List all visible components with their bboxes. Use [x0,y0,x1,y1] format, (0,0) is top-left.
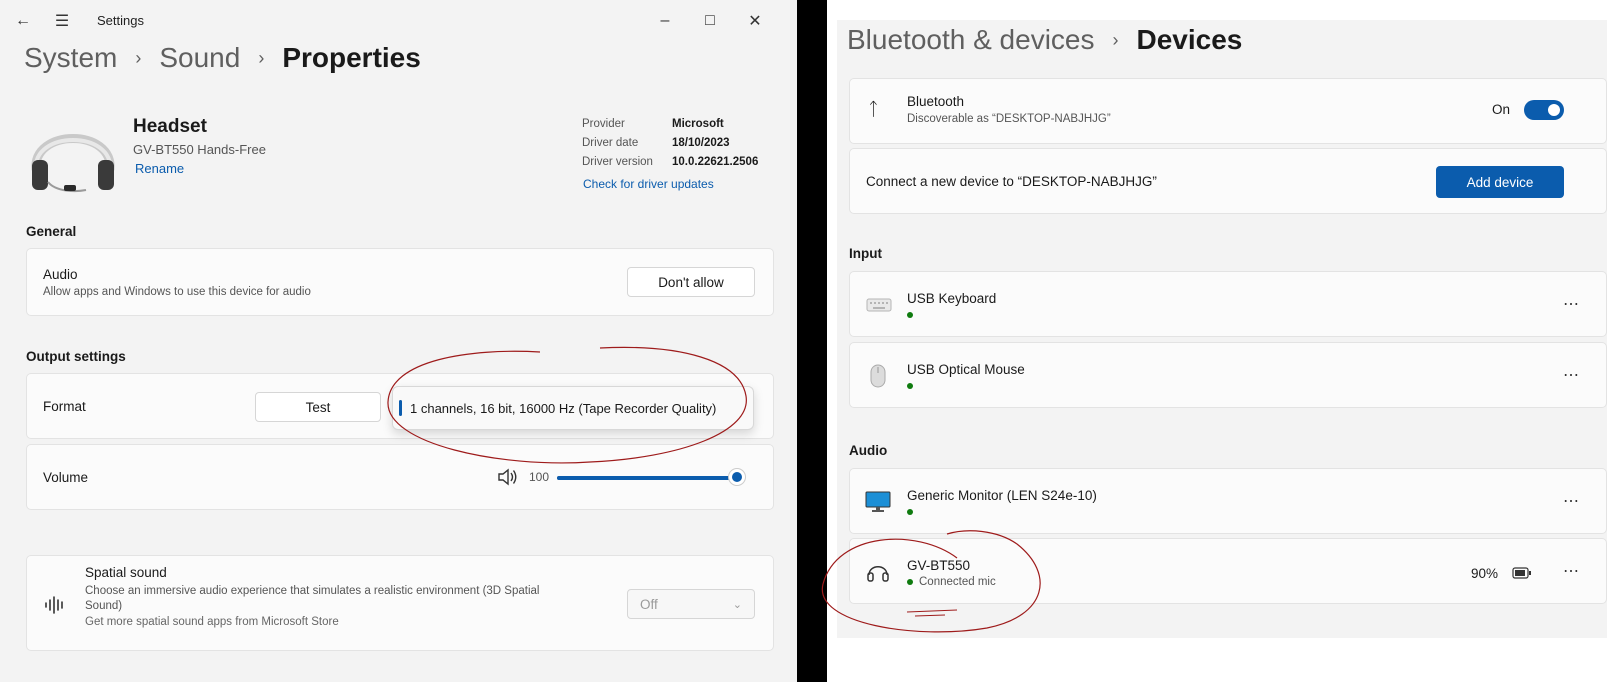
output-settings-label: Output settings [26,349,126,364]
breadcrumb-separator-icon: › [135,47,142,68]
back-arrow-icon[interactable]: ← [12,10,34,32]
breadcrumb-separator-icon: › [258,47,265,68]
device-row[interactable]: USB Optical Mouse ⋯ [849,342,1607,408]
status-dot [907,506,919,518]
audio-description: Allow apps and Windows to use this devic… [43,286,311,298]
sound-properties-window: ← ☰ Settings – □ ✕ System › Sound › Prop… [0,0,797,682]
format-option[interactable]: 1 channels, 16 bit, 16000 Hz (Tape Recor… [410,401,716,416]
volume-slider-fill [557,476,737,480]
driver-key: Driver version [582,156,653,168]
device-name: USB Keyboard [907,291,997,306]
breadcrumb-system[interactable]: System [24,42,117,74]
sound-wave-icon [45,596,63,614]
driver-value: Microsoft [672,118,724,130]
add-device-button[interactable]: Add device [1436,166,1564,198]
breadcrumb: Bluetooth & devices › Devices [847,24,1242,56]
spatial-sound-value: Off [640,596,658,612]
format-dropdown[interactable]: 1 channels, 16 bit, 16000 Hz (Tape Recor… [392,386,754,430]
spatial-sound-select[interactable]: Off ⌄ [627,589,755,619]
driver-row: Provider Microsoft [582,118,758,137]
device-status-text: Connected mic [919,576,996,588]
volume-slider-thumb[interactable] [728,468,746,486]
selected-indicator [399,400,402,416]
driver-info: Provider Microsoft Driver date 18/10/202… [582,118,758,175]
close-icon[interactable]: ✕ [744,10,766,32]
volume-card: Volume 100 [26,444,774,510]
device-status: Connected mic [907,576,996,588]
audio-card: Audio Allow apps and Windows to use this… [26,248,774,316]
audio-title: Audio [43,267,78,282]
more-options-icon[interactable]: ⋯ [1563,491,1580,511]
driver-value: 10.0.22621.2506 [672,156,759,168]
connect-text: Connect a new device to “DESKTOP-NABJHJG… [866,174,1157,189]
audio-section-label: Audio [849,443,888,458]
bluetooth-icon: ᛏ [868,99,879,119]
rename-link[interactable]: Rename [135,161,184,176]
minimize-icon[interactable]: – [654,10,676,32]
window-title: Settings [97,13,144,28]
input-section-label: Input [849,246,882,261]
bluetooth-state: On [1492,102,1511,117]
battery-level: 90% [1471,566,1499,581]
volume-slider[interactable] [557,476,737,480]
bluetooth-card: ᛏ Bluetooth Discoverable as “DESKTOP-NAB… [849,78,1607,144]
store-link[interactable]: Get more spatial sound apps from Microso… [85,616,339,628]
battery-icon [1512,567,1531,579]
status-dot [907,309,919,321]
test-button[interactable]: Test [255,392,381,422]
spatial-sound-card: Spatial sound Choose an immersive audio … [26,555,774,651]
driver-row: Driver version 10.0.22621.2506 [582,156,758,175]
more-options-icon[interactable]: ⋯ [1563,365,1580,385]
breadcrumb-separator-icon: › [1112,29,1119,50]
device-row[interactable]: USB Keyboard ⋯ [849,271,1607,337]
bluetooth-title: Bluetooth [907,94,965,109]
breadcrumb: System › Sound › Properties [24,42,421,74]
add-device-card: Connect a new device to “DESKTOP-NABJHJG… [849,148,1607,214]
driver-key: Driver date [582,137,639,149]
format-label: Format [43,399,86,414]
spatial-sound-description: Choose an immersive audio experience tha… [85,585,540,612]
devices-window: Bluetooth & devices › Devices ᛏ Bluetoot… [821,20,1607,638]
keyboard-icon [866,298,892,312]
spatial-sound-title: Spatial sound [85,565,167,580]
more-options-icon[interactable]: ⋯ [1563,561,1580,581]
title-bar: ← ☰ Settings – □ ✕ [0,0,797,40]
device-name: USB Optical Mouse [907,362,1025,377]
chevron-down-icon: ⌄ [732,598,742,611]
device-row[interactable]: Generic Monitor (LEN S24e-10) ⋯ [849,468,1607,534]
headphones-icon [867,566,889,582]
device-name: Generic Monitor (LEN S24e-10) [907,488,1097,503]
volume-value: 100 [529,470,550,484]
driver-value: 18/10/2023 [672,137,730,149]
volume-label: Volume [43,470,89,485]
driver-row: Driver date 18/10/2023 [582,137,758,156]
dont-allow-button[interactable]: Don't allow [627,267,755,297]
mouse-icon [870,364,886,388]
driver-key: Provider [582,118,625,130]
device-name: GV-BT550 [907,558,971,573]
window-divider [797,0,827,682]
bluetooth-toggle[interactable] [1524,100,1564,120]
breadcrumb-sound[interactable]: Sound [159,42,240,74]
device-model: GV-BT550 Hands-Free [133,142,266,157]
speaker-icon[interactable] [497,467,519,487]
status-dot [907,380,919,392]
device-name: Headset [133,116,207,137]
maximize-icon[interactable]: □ [699,10,721,32]
general-section-label: General [26,224,77,239]
breadcrumb-bluetooth[interactable]: Bluetooth & devices [847,24,1095,56]
check-driver-updates-link[interactable]: Check for driver updates [583,177,714,191]
bluetooth-discoverable: Discoverable as “DESKTOP-NABJHJG” [907,113,1111,125]
more-options-icon[interactable]: ⋯ [1563,294,1580,314]
page-title: Properties [282,42,421,73]
monitor-icon [865,491,891,512]
headset-icon [31,134,115,192]
device-row[interactable]: GV-BT550 Connected mic 90% ⋯ [849,538,1607,604]
menu-icon[interactable]: ☰ [51,10,73,32]
page-title: Devices [1136,24,1243,55]
